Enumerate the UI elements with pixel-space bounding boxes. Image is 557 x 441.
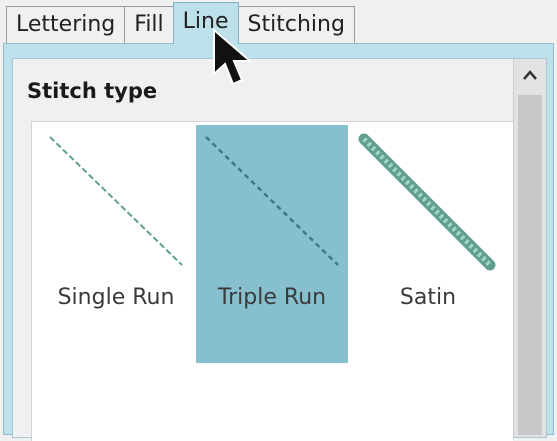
mouse-cursor-icon: [212, 27, 256, 96]
stitch-option-single-run[interactable]: Single Run: [40, 125, 192, 363]
stitch-option-triple-run[interactable]: Triple Run: [196, 125, 348, 363]
stitch-type-group: Stitch type Single Run Triple Run Satin: [12, 58, 547, 441]
tab-bar: Lettering Fill Line Stitching: [6, 2, 556, 44]
single-run-icon: [49, 136, 183, 266]
line-tab-panel: Stitch type Single Run Triple Run Satin: [3, 43, 554, 441]
scrollbar-thumb[interactable]: [518, 95, 542, 435]
triple-run-icon: [205, 136, 339, 266]
chevron-up-icon[interactable]: [516, 61, 544, 89]
stitch-type-list: Single Run Triple Run Satin: [31, 121, 513, 441]
stitch-option-label: Satin: [399, 285, 457, 310]
stitch-option-label: Triple Run: [217, 285, 327, 310]
vertical-scrollbar[interactable]: [513, 59, 546, 437]
stitch-option-label: Single Run: [57, 285, 175, 310]
tab-fill[interactable]: Fill: [124, 6, 174, 44]
satin-icon: [358, 133, 496, 271]
tab-lettering[interactable]: Lettering: [6, 6, 126, 44]
stitch-option-satin[interactable]: Satin: [352, 125, 504, 363]
section-title: Stitch type: [27, 79, 158, 103]
